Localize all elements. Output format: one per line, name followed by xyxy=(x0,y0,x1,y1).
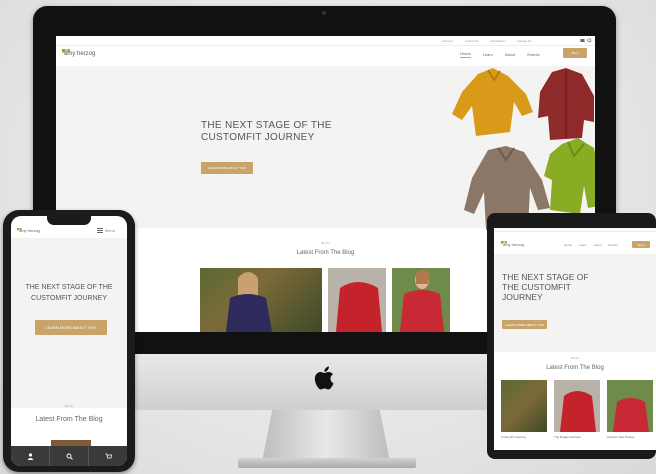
red-sweater-photo xyxy=(560,391,596,432)
cart-tab[interactable] xyxy=(89,446,127,466)
hero-title: THE NEXT STAGE OF THE CUSTOMFIT JOURNEY xyxy=(201,120,332,143)
imac-stand xyxy=(262,410,390,462)
utility-links: Account CustomFit Newsletter Contact Us xyxy=(442,39,532,43)
yellow-sweater-image xyxy=(452,68,533,136)
hamburger-menu-icon[interactable] xyxy=(97,228,103,233)
nav-about[interactable]: About xyxy=(505,52,515,57)
apple-logo-icon xyxy=(314,366,334,390)
blog-post-image[interactable] xyxy=(607,380,653,432)
blog-section-title: Latest From The Blog xyxy=(546,365,604,371)
site-logo-text[interactable]: amy herzog xyxy=(64,51,95,57)
red-cardigan-image xyxy=(538,68,594,140)
main-nav: Home Learn About Events xyxy=(460,51,540,58)
blog-section-title: Latest From The Blog xyxy=(35,416,103,423)
blog-post-image[interactable] xyxy=(392,268,450,332)
blog-post-image[interactable] xyxy=(200,268,322,332)
site-logo-text[interactable]: amy herzog xyxy=(19,228,40,233)
hero-cta-button[interactable]: LEARN MORE ABOUT THIS xyxy=(201,162,253,174)
site-logo-text[interactable]: amy herzog xyxy=(503,242,524,247)
util-link[interactable]: Contact Us xyxy=(517,39,532,43)
green-sweater-image xyxy=(544,138,595,214)
blog-post-title[interactable]: Another New Design xyxy=(607,435,653,439)
blog-post-image[interactable] xyxy=(501,380,547,432)
nav-learn[interactable]: Learn xyxy=(483,52,493,57)
hero-title: THE NEXT STAGE OF THE CUSTOMFIT JOURNEY xyxy=(502,272,589,302)
tablet-website-screen: amy herzog Home Learn About Events Shop … xyxy=(494,228,656,450)
imac-base xyxy=(238,458,416,468)
util-link[interactable]: Account xyxy=(442,39,453,43)
red-sweater-photo xyxy=(336,282,382,332)
nav-home[interactable]: Home xyxy=(460,51,471,58)
menu-label[interactable]: Menu xyxy=(105,228,115,233)
nav-events[interactable]: Events xyxy=(527,52,539,57)
nav-home[interactable]: Home xyxy=(564,243,572,247)
util-link[interactable]: Newsletter xyxy=(491,39,505,43)
woman-red-sweater-photo xyxy=(613,398,649,432)
phone-bottom-nav xyxy=(11,446,127,466)
woman-in-purple-sweater-photo xyxy=(226,272,272,332)
util-link[interactable]: CustomFit xyxy=(465,39,479,43)
search-icon[interactable] xyxy=(587,38,592,43)
imac-camera xyxy=(322,11,326,15)
tablet-nav: Home Learn About Events xyxy=(564,243,618,247)
nav-shop-button[interactable]: Shop xyxy=(632,241,650,248)
cart-icon[interactable] xyxy=(580,38,585,43)
phone-website-screen: amy herzog Menu THE NEXT STAGE OF THE CU… xyxy=(11,216,127,466)
hero-title-line: CUSTOMFIT JOURNEY xyxy=(31,295,107,302)
blog-post-image[interactable] xyxy=(554,380,600,432)
woman-red-sweater-photo xyxy=(400,270,444,332)
search-icon xyxy=(66,453,73,460)
blog-kicker: BLOG xyxy=(64,404,74,408)
nav-events[interactable]: Events xyxy=(609,243,618,247)
search-tab[interactable] xyxy=(50,446,89,466)
hero-section xyxy=(494,254,656,352)
blog-kicker: BLOG xyxy=(570,356,580,360)
hero-cta-button[interactable]: LEARN MORE ABOUT THIS xyxy=(35,320,107,335)
divider xyxy=(56,45,595,46)
nav-about[interactable]: About xyxy=(594,243,602,247)
tablet-utility-bar xyxy=(494,228,656,232)
hero-cta-button[interactable]: LEARN MORE ABOUT THIS xyxy=(502,320,547,329)
hero-title-line: THE NEXT STAGE OF THE xyxy=(25,284,113,291)
user-icon xyxy=(27,452,33,460)
cart-icon xyxy=(105,453,112,458)
account-tab[interactable] xyxy=(11,446,50,466)
hero-title: THE NEXT STAGE OF THE CUSTOMFIT JOURNEY xyxy=(11,282,127,304)
nav-learn[interactable]: Learn xyxy=(579,243,587,247)
blog-post-title[interactable]: CustomFit Journey xyxy=(501,435,547,439)
blog-post-title[interactable]: The Raglan Refresh xyxy=(554,435,600,439)
nav-shop-button[interactable]: Shop xyxy=(563,48,587,58)
blog-post-image[interactable] xyxy=(328,268,386,332)
phone-notch xyxy=(47,216,91,225)
